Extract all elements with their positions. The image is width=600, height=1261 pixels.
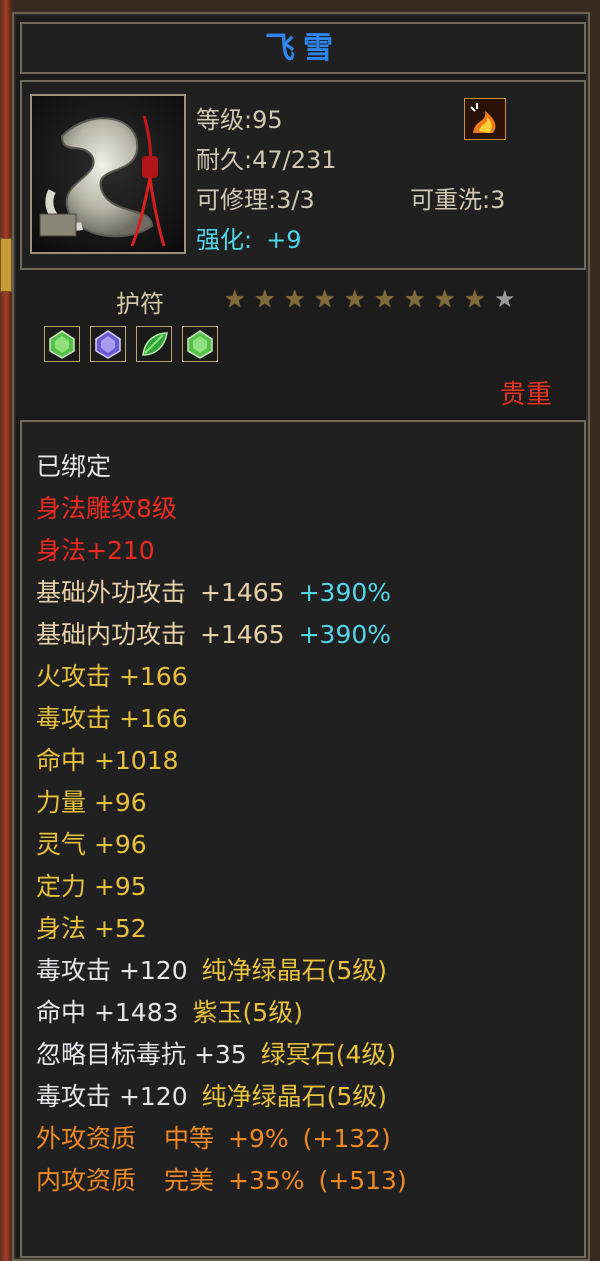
hit: 命中 +1018: [36, 746, 179, 775]
poison-attack: 毒攻击 +166: [36, 704, 188, 733]
star-filled-icon: ★: [374, 285, 396, 313]
quality-row: 外攻资质 中等 +9% (+132): [36, 1124, 391, 1154]
focus: 定力 +95: [36, 872, 147, 901]
item-durability: 耐久:47/231: [196, 146, 337, 174]
star-filled-icon: ★: [464, 285, 486, 313]
star-filled-icon: ★: [224, 285, 246, 313]
star-filled-icon: ★: [434, 285, 456, 313]
quality-label: 内攻资质: [36, 1166, 137, 1195]
quality-row: 内攻资质 完美 +35% (+513): [36, 1166, 407, 1196]
strength: 力量 +96: [36, 788, 147, 817]
quality-pct: +35%: [228, 1166, 305, 1195]
gem-bonus-gem: 绿冥石(4级): [260, 1040, 397, 1069]
agility: 身法 +52: [36, 914, 147, 943]
star-filled-icon: ★: [314, 285, 336, 313]
engrave-line: 身法雕纹8级: [36, 494, 177, 523]
purple-jade-gem-icon[interactable]: [90, 326, 126, 362]
gem-bonus-gem: 纯净绿晶石(5级): [201, 1082, 388, 1111]
green-leaf-gem-icon[interactable]: [136, 326, 172, 362]
green-crystal-gem-icon[interactable]: [44, 326, 80, 362]
star-filled-icon: ★: [344, 285, 366, 313]
gem-bonus-row: 毒攻击 +120 纯净绿晶石(5级): [36, 1082, 387, 1112]
gem-bonus-gem: 紫玉(5级): [192, 998, 303, 1027]
ext-attack-value: +1465: [200, 578, 285, 607]
item-level: 等级:95: [196, 106, 283, 134]
item-enhance: 强化: +9: [196, 220, 301, 255]
enhance-value: +9: [266, 226, 302, 254]
gem-bonus-stat: 毒攻击 +120: [36, 956, 188, 985]
quality-value: (+513): [318, 1166, 407, 1195]
gem-bonus-stat: 忽略目标毒抗 +35: [36, 1040, 247, 1069]
star-empty-icon: ★: [494, 285, 516, 313]
green-crystal-gem-icon[interactable]: [182, 326, 218, 362]
quality-label: 外攻资质: [36, 1124, 137, 1153]
int-attack-pct: +390%: [298, 620, 392, 649]
item-rewashable: 可重洗:3: [410, 186, 506, 214]
gem-bonus-row: 忽略目标毒抗 +35 绿冥石(4级): [36, 1040, 396, 1070]
enhance-label: 强化:: [196, 226, 253, 254]
engrave-bonus: 身法+210: [36, 536, 155, 565]
side-tab: [0, 238, 12, 292]
quality-grade: 完美: [164, 1166, 215, 1195]
item-name: 飞雪: [265, 31, 341, 66]
gem-bonus-row: 毒攻击 +120 纯净绿晶石(5级): [36, 956, 387, 986]
gem-bonus-stat: 毒攻击 +120: [36, 1082, 188, 1111]
item-repairable: 可修理:3/3: [196, 186, 315, 214]
attributes-panel: 已绑定 身法雕纹8级 身法+210 基础外功攻击 +1465 +390% 基础内功攻…: [20, 420, 586, 1258]
jade-amulet-icon: [39, 115, 166, 247]
quality-pct: +9%: [228, 1124, 289, 1153]
ext-attack-line: 基础外功攻击 +1465 +390%: [36, 578, 391, 608]
star-filled-icon: ★: [254, 285, 276, 313]
gem-bonus-row: 命中 +1483 紫玉(5级): [36, 998, 303, 1028]
star-filled-icon: ★: [404, 285, 426, 313]
gem-bonus-gem: 纯净绿晶石(5级): [201, 956, 388, 985]
item-info-panel: 等级:95 耐久:47/231 可修理:3/3 可重洗:3 强化: +9: [20, 80, 586, 270]
star-filled-icon: ★: [284, 285, 306, 313]
fire-attack: 火攻击 +166: [36, 662, 188, 691]
gem-bonus-stat: 命中 +1483: [36, 998, 179, 1027]
item-type-section: 护符 ★ ★ ★ ★ ★ ★ ★ ★ ★ ★ 贵重: [20, 272, 586, 416]
int-attack-line: 基础内功攻击 +1465 +390%: [36, 620, 391, 650]
background-edge: [0, 0, 12, 1261]
quality-grade: 中等: [164, 1124, 215, 1153]
int-attack-label: 基础内功攻击: [36, 620, 187, 649]
ext-attack-label: 基础外功攻击: [36, 578, 187, 607]
item-icon-slot[interactable]: [30, 94, 186, 254]
bound-status: 已绑定: [36, 452, 112, 481]
quality-value: (+132): [302, 1124, 391, 1153]
item-title-bar: 飞雪: [20, 22, 586, 74]
ext-attack-pct: +390%: [298, 578, 392, 607]
item-type: 护符: [116, 290, 164, 318]
fire-phoenix-badge-icon: [464, 98, 506, 140]
spirit: 灵气 +96: [36, 830, 147, 859]
item-rarity: 贵重: [499, 380, 552, 410]
int-attack-value: +1465: [200, 620, 285, 649]
